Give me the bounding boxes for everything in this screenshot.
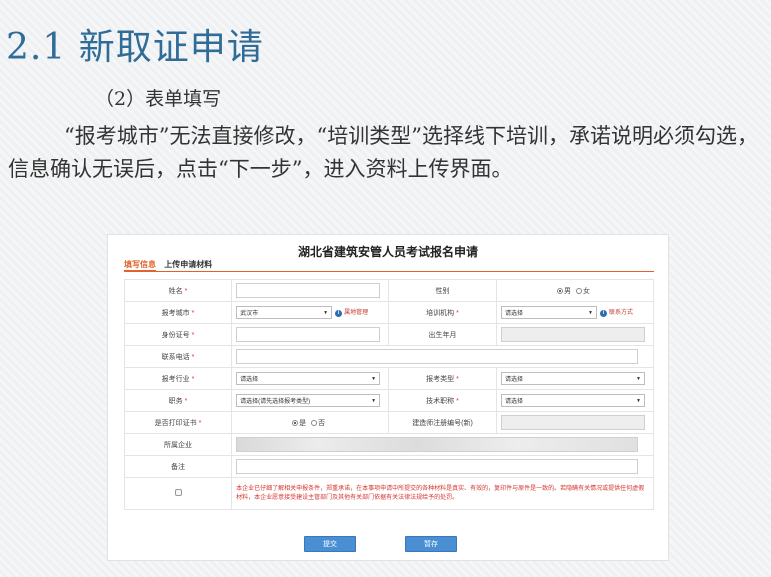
- required-mark: *: [191, 353, 195, 361]
- label-tech-title: 技术职称: [426, 397, 455, 405]
- caret-down-icon: ▼: [588, 309, 593, 316]
- tech-title-select-value: 请选择: [504, 399, 523, 405]
- tab-upload-materials[interactable]: 上传申请材料: [164, 260, 212, 269]
- city-select-value: 武汉市: [240, 311, 259, 317]
- label-phone: 联系电话: [161, 353, 190, 361]
- label-constructor-no: 建造师注册编号(新): [412, 419, 473, 427]
- print-yes-radio[interactable]: 是: [292, 418, 306, 428]
- table-row: 报考城市 * 武汉市 ▼ i 属地管理 培训机构 * 请选择 ▼ i 联系方式: [123, 301, 655, 324]
- training-select[interactable]: 请选择 ▼: [500, 306, 597, 319]
- required-mark: *: [184, 287, 188, 295]
- print-no-label: 否: [318, 419, 326, 427]
- required-mark: *: [456, 397, 459, 405]
- caret-down-icon: ▼: [636, 375, 641, 382]
- radio-icon: [575, 287, 582, 294]
- label-training: 培训机构: [426, 309, 455, 317]
- caret-down-icon: ▼: [323, 309, 329, 316]
- gender-male-radio[interactable]: 男: [557, 286, 571, 296]
- save-draft-button[interactable]: 暂存: [405, 536, 457, 552]
- label-gender: 性别: [435, 287, 450, 295]
- label-id-number: 身份证号: [161, 331, 190, 339]
- training-select-value: 请选择: [504, 311, 523, 317]
- application-form-table: 姓名 * 性别 男 女 报考城市 * 武汉市 ▼ i 属地管理 培训机构 * 请选择 ▼ i 联系…: [123, 279, 655, 510]
- industry-select-value: 请选择: [240, 377, 259, 383]
- label-industry: 报考行业: [161, 375, 190, 383]
- table-row: 联系电话 *: [123, 345, 654, 368]
- submit-button[interactable]: 提交: [304, 536, 356, 552]
- city-select[interactable]: 武汉市 ▼: [236, 306, 333, 319]
- label-company: 所属企业: [164, 441, 193, 449]
- required-mark: *: [456, 309, 459, 317]
- company-field-redacted: [236, 437, 639, 452]
- birth-field: [500, 327, 645, 342]
- caret-down-icon: ▼: [636, 397, 641, 404]
- label-position: 职务: [168, 397, 183, 405]
- exam-type-select[interactable]: 请选择 ▼: [500, 372, 645, 385]
- caret-down-icon: ▼: [371, 375, 377, 382]
- exam-type-select-value: 请选择: [504, 377, 523, 383]
- tab-underline: [124, 271, 654, 272]
- required-mark: *: [191, 331, 195, 339]
- position-select-value: 请选择(请先选择报考类型): [240, 399, 311, 405]
- print-no-radio[interactable]: 否: [311, 418, 325, 428]
- slide-title: 2.1 新取证申请: [6, 27, 264, 68]
- slide-paragraph-text: “报考城市”无法直接修改，“培训类型”选择线下培训，承诺说明必须勾选，信息确认无…: [8, 124, 758, 181]
- required-mark: *: [191, 375, 195, 383]
- remark-input[interactable]: [236, 459, 639, 474]
- slide-paragraph: “报考城市”无法直接修改，“培训类型”选择线下培训，承诺说明必须勾选，信息确认无…: [8, 120, 758, 186]
- table-row: 职务 * 请选择(请先选择报考类型) ▼ 技术职称 * 请选择 ▼: [123, 389, 655, 412]
- label-birth: 出生年月: [428, 331, 457, 339]
- table-row: 身份证号 * 出生年月: [123, 323, 655, 346]
- radio-selected-icon: [557, 287, 564, 294]
- print-yes-label: 是: [299, 419, 307, 427]
- form-tabs: 填写信息 上传申请材料: [124, 259, 212, 272]
- info-icon: i: [335, 310, 343, 318]
- label-exam-type: 报考类型: [426, 375, 455, 383]
- industry-select[interactable]: 请选择 ▼: [236, 372, 381, 385]
- label-name: 姓名: [168, 287, 183, 295]
- required-mark: *: [456, 375, 459, 383]
- gender-female-label: 女: [582, 287, 590, 295]
- required-mark: *: [184, 397, 188, 405]
- name-input[interactable]: [236, 283, 381, 298]
- pledge-checkbox[interactable]: [174, 489, 182, 496]
- required-mark: *: [198, 419, 202, 427]
- phone-input[interactable]: [236, 349, 639, 364]
- table-row: 备注: [123, 455, 654, 478]
- table-row: 姓名 * 性别 男 女: [123, 279, 655, 302]
- table-row: 报考行业 * 请选择 ▼ 报考类型 * 请选择 ▼: [123, 367, 655, 390]
- caret-down-icon: ▼: [371, 397, 377, 404]
- radio-selected-icon: [292, 419, 299, 426]
- city-link-label: 属地管理: [344, 310, 369, 317]
- contact-info-link[interactable]: i 联系方式: [599, 310, 633, 318]
- info-icon: i: [599, 310, 607, 318]
- training-link-label: 联系方式: [608, 310, 633, 317]
- form-title: 湖北省建筑安管人员考试报名申请: [297, 245, 478, 259]
- table-row: 是否打印证书 * 是 否 建造师注册编号(新): [123, 411, 655, 434]
- gender-female-radio[interactable]: 女: [575, 286, 590, 296]
- label-print-cert: 是否打印证书: [154, 419, 197, 427]
- table-row: 本企业已仔细了解相关申报条件，郑重承诺，在本事项申请中所提交的各种材料是真实、有…: [123, 477, 654, 510]
- label-remark: 备注: [171, 463, 186, 471]
- required-mark: *: [191, 309, 195, 317]
- slide-subhead: （2）表单填写: [95, 88, 222, 110]
- position-select[interactable]: 请选择(请先选择报考类型) ▼: [236, 394, 381, 407]
- radio-icon: [311, 419, 318, 426]
- form-screenshot: 湖北省建筑安管人员考试报名申请 填写信息 上传申请材料 姓名 * 性别 男 女 报…: [107, 234, 669, 561]
- tech-title-select[interactable]: 请选择 ▼: [500, 394, 645, 407]
- constructor-no-field: [500, 415, 645, 430]
- label-city: 报考城市: [161, 309, 190, 317]
- pledge-text: 本企业已仔细了解相关申报条件，郑重承诺，在本事项申请中所提交的各种材料是真实、有…: [231, 477, 654, 510]
- table-row: 所属企业: [123, 433, 654, 456]
- gender-male-label: 男: [564, 287, 572, 295]
- id-number-input[interactable]: [236, 327, 381, 342]
- territorial-management-link[interactable]: i 属地管理: [335, 310, 369, 318]
